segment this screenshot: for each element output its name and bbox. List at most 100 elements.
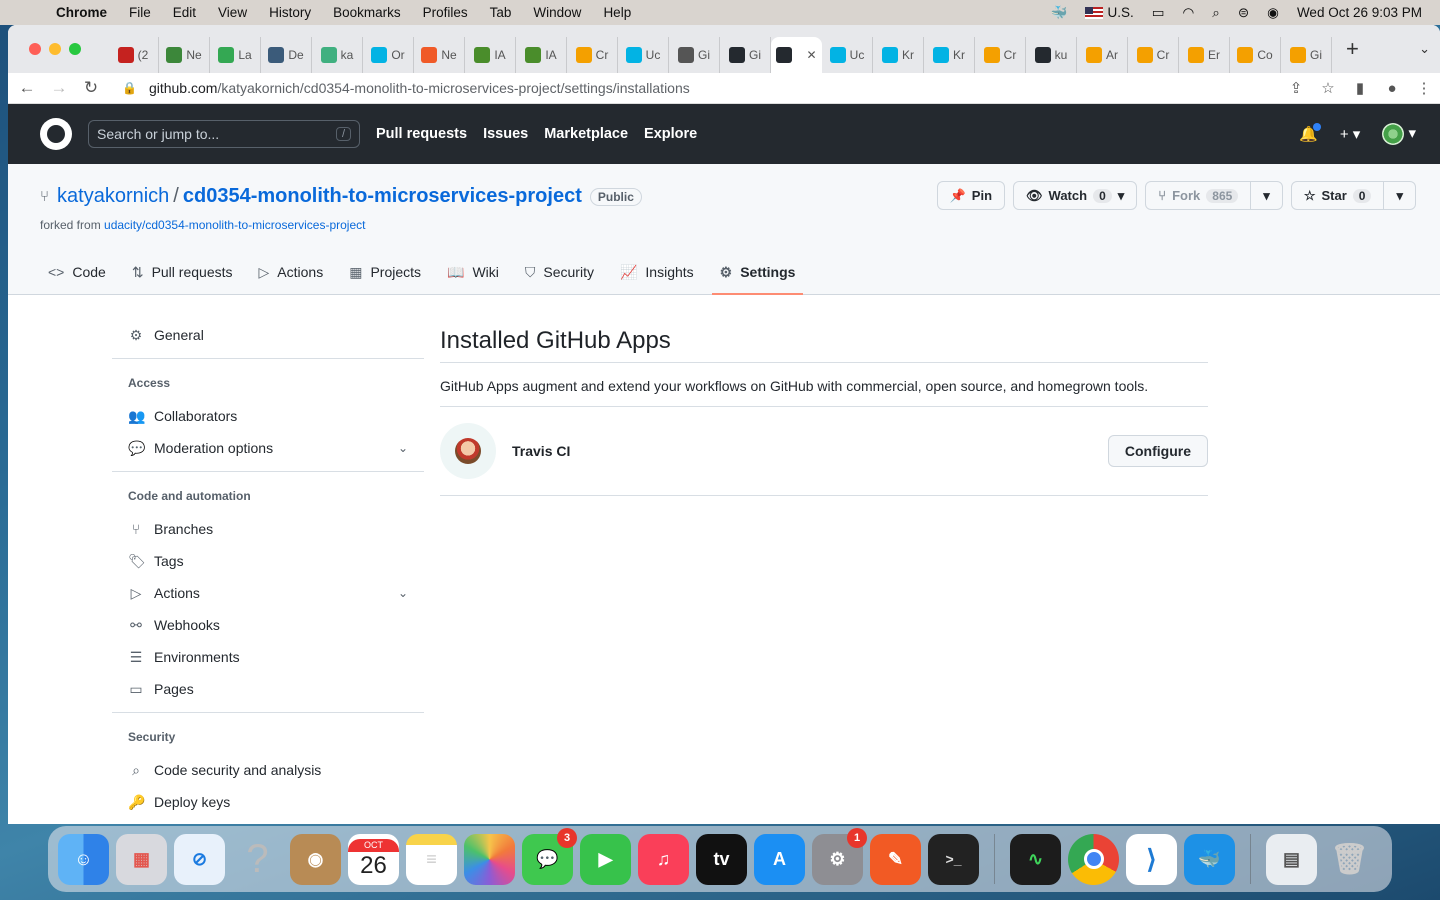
downloads-folder-icon[interactable]: ▤ bbox=[1266, 833, 1317, 885]
browser-tab[interactable]: De bbox=[261, 37, 312, 73]
menu-file[interactable]: File bbox=[129, 5, 151, 20]
close-tab-icon[interactable]: ✕ bbox=[806, 48, 816, 62]
postman-icon[interactable]: ✎ bbox=[870, 833, 921, 885]
siri-icon[interactable]: ◉ bbox=[1267, 5, 1279, 21]
close-window-button[interactable] bbox=[29, 43, 41, 55]
system-settings-icon[interactable]: ⚙ 1 bbox=[812, 827, 867, 885]
tab-search-chevron-icon[interactable]: ⌄ bbox=[1419, 41, 1430, 57]
nav-issues[interactable]: Issues bbox=[483, 126, 528, 142]
github-logo-icon[interactable] bbox=[40, 118, 72, 150]
launchpad-icon[interactable]: ▦ bbox=[116, 833, 167, 885]
tab-projects[interactable]: ▦ Projects bbox=[341, 250, 429, 294]
menu-history[interactable]: History bbox=[269, 5, 311, 20]
minimize-window-button[interactable] bbox=[49, 43, 61, 55]
menu-view[interactable]: View bbox=[218, 5, 247, 20]
browser-tab[interactable]: La bbox=[210, 37, 261, 73]
menu-help[interactable]: Help bbox=[603, 5, 631, 20]
browser-tab[interactable]: Er bbox=[1179, 37, 1230, 73]
user-menu[interactable]: ▾ bbox=[1382, 123, 1416, 145]
sidebar-item-actions[interactable]: ▷ Actions ⌄ bbox=[112, 577, 424, 609]
browser-tab[interactable]: (2 bbox=[108, 37, 159, 73]
music-icon[interactable]: ♫ bbox=[638, 833, 689, 885]
watch-button[interactable]: 👁 Watch 0 ▾ bbox=[1013, 181, 1138, 210]
safari-icon[interactable]: ⊘ bbox=[174, 833, 225, 885]
sidebar-item-moderation-options[interactable]: 💬 Moderation options ⌄ bbox=[112, 432, 424, 464]
menu-window[interactable]: Window bbox=[533, 5, 581, 20]
lock-icon[interactable]: 🔒 bbox=[122, 81, 137, 95]
input-source[interactable]: U.S. bbox=[1085, 5, 1134, 20]
profile-icon[interactable]: ● bbox=[1376, 80, 1408, 97]
bookmark-star-icon[interactable]: ☆ bbox=[1312, 79, 1344, 97]
vscode-icon[interactable]: ⟩ bbox=[1126, 833, 1177, 885]
browser-tab[interactable]: Gi bbox=[720, 37, 771, 73]
nav-marketplace[interactable]: Marketplace bbox=[544, 126, 628, 142]
menu-bookmarks[interactable]: Bookmarks bbox=[333, 5, 401, 20]
menu-profiles[interactable]: Profiles bbox=[423, 5, 468, 20]
docker-status-icon[interactable]: 🐳 bbox=[1051, 5, 1068, 21]
tab-wiki[interactable]: 📖 Wiki bbox=[439, 250, 507, 294]
apple-tv-icon[interactable]: tv bbox=[696, 833, 747, 885]
nav-explore[interactable]: Explore bbox=[644, 126, 697, 142]
menu-edit[interactable]: Edit bbox=[173, 5, 196, 20]
zoom-window-button[interactable] bbox=[69, 43, 81, 55]
sidebar-item-deploy-keys[interactable]: 🔑 Deploy keys bbox=[112, 786, 424, 818]
chrome-icon[interactable] bbox=[1068, 833, 1119, 885]
back-button[interactable]: ← bbox=[14, 78, 40, 98]
create-new-dropdown[interactable]: + ▾ bbox=[1340, 125, 1360, 143]
repo-name-link[interactable]: cd0354-monolith-to-microservices-project bbox=[183, 185, 582, 208]
spotlight-search-icon[interactable]: ⌕ bbox=[1212, 5, 1220, 21]
sidebar-item-environments[interactable]: ☰ Environments bbox=[112, 641, 424, 673]
forked-from-link[interactable]: udacity/cd0354-monolith-to-microservices… bbox=[104, 218, 365, 232]
tab-insights[interactable]: 📈 Insights bbox=[612, 250, 702, 294]
sidebar-item-collaborators[interactable]: 👥 Collaborators bbox=[112, 400, 424, 432]
new-tab-button[interactable]: + bbox=[1346, 36, 1359, 62]
browser-tab[interactable]: Co bbox=[1230, 37, 1281, 73]
browser-tab[interactable]: ku bbox=[1026, 37, 1077, 73]
browser-tab[interactable]: Kr bbox=[873, 37, 924, 73]
tab-actions[interactable]: ▷ Actions bbox=[251, 250, 332, 294]
notes-icon[interactable]: ≡ bbox=[406, 833, 457, 885]
browser-tab[interactable]: Cr bbox=[1128, 37, 1179, 73]
control-center-icon[interactable]: ⊜ bbox=[1238, 5, 1249, 21]
docker-icon[interactable]: 🐳 bbox=[1184, 833, 1235, 885]
nav-pull-requests[interactable]: Pull requests bbox=[376, 126, 467, 142]
configure-button[interactable]: Configure bbox=[1107, 435, 1208, 467]
facetime-icon[interactable]: ▶ bbox=[580, 833, 631, 885]
star-button[interactable]: ☆ Star 0 ▾ bbox=[1290, 181, 1416, 210]
tab-code[interactable]: <> Code bbox=[40, 250, 114, 294]
search-input[interactable]: Search or jump to... / bbox=[88, 120, 360, 148]
sidebar-item-branches[interactable]: ⑂ Branches bbox=[112, 513, 424, 545]
app-store-icon[interactable]: A bbox=[754, 833, 805, 885]
menu-clock[interactable]: Wed Oct 26 9:03 PM bbox=[1297, 5, 1422, 20]
menu-tab[interactable]: Tab bbox=[490, 5, 512, 20]
contacts-icon[interactable]: ◉ bbox=[290, 833, 341, 885]
fork-dropdown[interactable]: ▾ bbox=[1250, 182, 1282, 209]
forward-button[interactable]: → bbox=[46, 78, 72, 98]
chrome-menu-icon[interactable]: ⋮ bbox=[1408, 79, 1440, 97]
tab-pull-requests[interactable]: ⇅ Pull requests bbox=[124, 250, 241, 294]
star-list-dropdown[interactable]: ▾ bbox=[1383, 182, 1415, 209]
notifications-bell-icon[interactable]: 🔔 bbox=[1299, 123, 1321, 143]
activity-monitor-icon[interactable]: ∿ bbox=[1010, 833, 1061, 885]
pin-button[interactable]: 📌 Pin bbox=[936, 181, 1006, 210]
side-panel-icon[interactable]: ▮ bbox=[1344, 79, 1376, 97]
repo-owner-link[interactable]: katyakornich bbox=[57, 185, 169, 208]
battery-icon[interactable]: ▭ bbox=[1152, 5, 1165, 21]
tab-security[interactable]: ⛉ Security bbox=[517, 250, 602, 294]
menu-app-name[interactable]: Chrome bbox=[56, 5, 107, 20]
sidebar-item-webhooks[interactable]: ⚯ Webhooks bbox=[112, 609, 424, 641]
browser-tab[interactable]: Ne bbox=[414, 37, 465, 73]
fork-button[interactable]: ⑂ Fork 865 ▾ bbox=[1145, 181, 1283, 210]
share-icon[interactable]: ⇪ bbox=[1280, 79, 1312, 97]
browser-tab[interactable]: Gi bbox=[669, 37, 720, 73]
browser-tab-active[interactable]: ✕ bbox=[771, 37, 822, 73]
sidebar-item-tags[interactable]: 🏷 Tags bbox=[112, 545, 424, 577]
browser-tab[interactable]: Or bbox=[363, 37, 414, 73]
browser-tab[interactable]: ka bbox=[312, 37, 363, 73]
browser-tab[interactable]: Cr bbox=[975, 37, 1026, 73]
finder-icon[interactable]: ☺ bbox=[58, 833, 109, 885]
browser-tab[interactable]: Cr bbox=[567, 37, 618, 73]
trash-icon[interactable]: 🗑 bbox=[1324, 834, 1375, 885]
browser-tab[interactable]: Gi bbox=[1281, 37, 1332, 73]
browser-tab[interactable]: Uc bbox=[618, 37, 669, 73]
